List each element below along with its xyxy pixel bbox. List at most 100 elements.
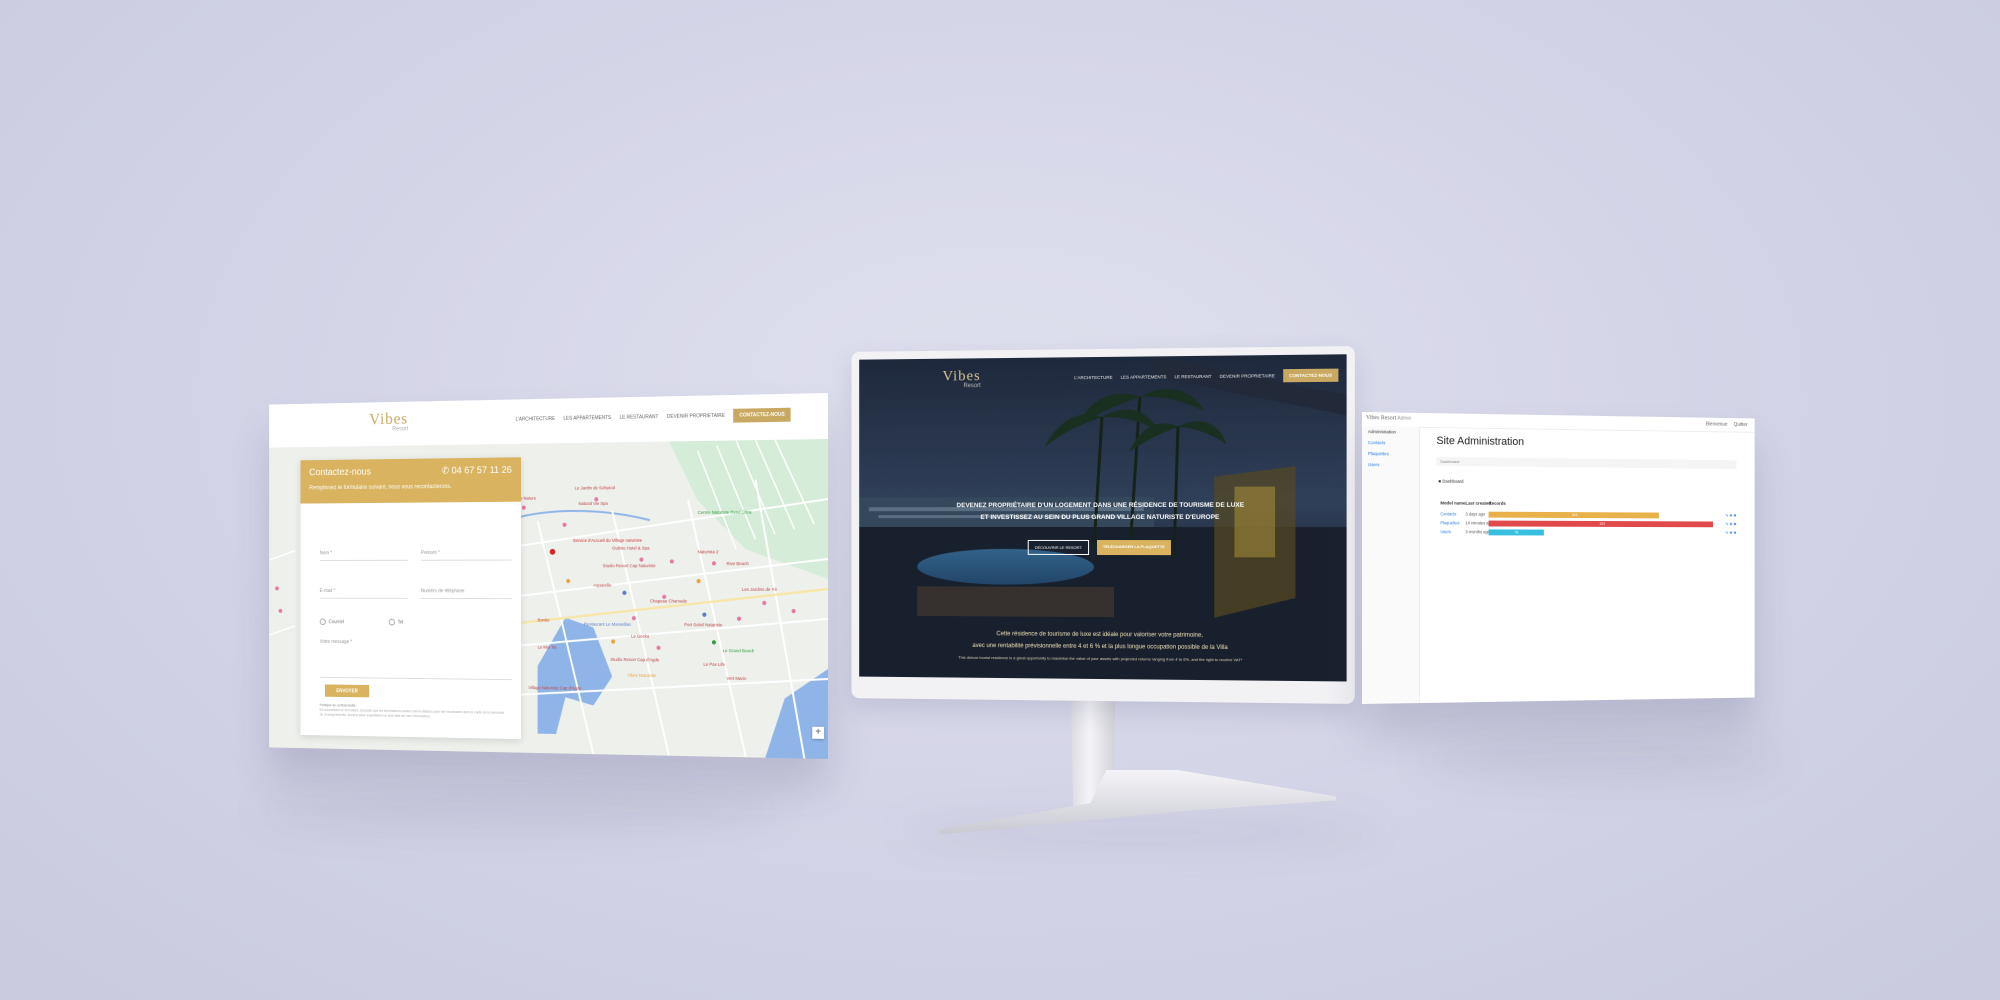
- nav-link-restaurant[interactable]: LE RESTAURANT: [620, 414, 659, 421]
- map-pin-icon[interactable]: ●: [711, 558, 717, 569]
- phone-field[interactable]: Numéro de téléphone: [420, 588, 512, 600]
- privacy-notice: Politique de confidentialité En soumetta…: [319, 703, 505, 719]
- column-records: Records: [1488, 500, 1506, 506]
- radio-email[interactable]: Courriel: [319, 618, 344, 626]
- row-action-icons[interactable]: ✎ ✚ ✖: [1725, 522, 1736, 527]
- map-poi-label: Le Gecko: [631, 633, 650, 639]
- first-name-field[interactable]: Prénom *: [420, 549, 512, 561]
- map-poi-label: Service d'Accueil du Village naturiste: [572, 537, 642, 543]
- table-row: Plaquettes 14 minutes ago 323 ✎ ✚ ✖: [1440, 520, 1737, 528]
- map-pin-icon[interactable]: ●: [278, 606, 283, 616]
- map-poi-label: Le Mai Tai: [537, 644, 557, 650]
- map-poi-label: Studio Resort Cap d'Agde: [610, 656, 660, 663]
- vibes-logo[interactable]: Vibes Resort: [369, 409, 408, 433]
- nav-link-restaurant[interactable]: LE RESTAURANT: [1174, 374, 1211, 379]
- sidebar-item-users[interactable]: Users: [1362, 459, 1419, 471]
- monitor: Vibes Resort L'ARCHITECTURE LES APPARTEME…: [851, 346, 1355, 704]
- breadcrumb[interactable]: Dashboard: [1436, 456, 1737, 469]
- last-name-field[interactable]: Nom *: [319, 550, 409, 561]
- nav-link-architecture[interactable]: L'ARCHITECTURE: [1074, 375, 1112, 380]
- nav-link-apartments[interactable]: LES APPARTEMENTS: [563, 415, 611, 422]
- row-action-icons[interactable]: ✎ ✚ ✖: [1725, 530, 1736, 535]
- map-poi-label: Outline Hotel & Spa: [612, 545, 650, 551]
- map-pin-icon[interactable]: ●: [711, 637, 717, 648]
- map-poi-label: Restaurant Le Marseillan: [584, 621, 632, 627]
- map-poi-label: Le Grand Beach: [722, 648, 755, 654]
- table-row: Contacts 3 days ago 243 ✎ ✚ ✖: [1440, 511, 1737, 519]
- map-poi-label: Port Soleil Naturiste: [684, 622, 723, 628]
- sidebar-item-contacts[interactable]: Contacts: [1362, 437, 1419, 449]
- map-pin-icon[interactable]: ●: [761, 598, 767, 609]
- map-poi-label: Rive Beach: [726, 561, 749, 567]
- map-pin-icon[interactable]: ●: [610, 636, 616, 647]
- contact-subtitle: Remplissez le formulaire suivant, nous v…: [309, 484, 452, 492]
- map-poi-label: Aquarelle: [593, 582, 612, 588]
- location-marker-icon[interactable]: ●: [549, 543, 557, 559]
- hero-description: Cette résidence de tourisme de luxe est …: [958, 631, 1243, 663]
- map-poi-label: Vibes Naturiste: [627, 672, 657, 678]
- radio-phone[interactable]: Tel: [388, 618, 403, 626]
- contact-form-card: Contactez-nous ✆ 04 67 57 11 26 Rempliss…: [300, 457, 522, 740]
- model-link[interactable]: Plaquettes: [1440, 520, 1459, 525]
- nav-link-become-owner[interactable]: DEVENIR PROPRIETAIRE: [667, 413, 725, 420]
- nav-link-apartments[interactable]: LES APPARTEMENTS: [1121, 374, 1167, 379]
- contact-page-window: Vibes Resort L'ARCHITECTURE LES APPARTEME…: [269, 393, 829, 759]
- dashboard-icon: ■: [1438, 478, 1442, 484]
- map-pin-icon[interactable]: ●: [696, 576, 702, 587]
- contact-header: Contactez-nous ✆ 04 67 57 11 26 Rempliss…: [300, 457, 522, 504]
- admin-brand[interactable]: Vibes Resort Admin: [1366, 415, 1411, 422]
- send-button[interactable]: ENVOYER: [324, 684, 370, 698]
- map-poi-label: Centre Naturiste René Oltra: [697, 509, 752, 515]
- admin-window: Vibes Resort Admin Bienvenue Quitter Adm…: [1362, 412, 1755, 704]
- nav-contact-button[interactable]: CONTACTEZ-NOUS: [1283, 368, 1339, 383]
- map-poi-label: Studio Resort Cap Naturiste: [602, 563, 656, 569]
- nav-link-architecture[interactable]: L'ARCHITECTURE: [515, 416, 555, 423]
- nav-contact-button[interactable]: CONTACTEZ-NOUS: [733, 407, 791, 423]
- map-pin-icon[interactable]: ●: [622, 588, 628, 599]
- records-bar: 78: [1488, 529, 1544, 536]
- map-pin-icon[interactable]: ●: [521, 503, 527, 514]
- map-pin-icon[interactable]: ●: [562, 520, 568, 531]
- map-poi-label: Le Jardin de Sohpicol: [574, 485, 616, 491]
- vibes-logo[interactable]: Vibes Resort: [942, 368, 980, 389]
- discover-resort-button[interactable]: DÉCOUVRIR LE RESORT: [1027, 539, 1089, 555]
- last-created: 3 months ago: [1465, 529, 1490, 535]
- map-pin-icon[interactable]: ●: [791, 606, 797, 617]
- last-created: 3 days ago: [1465, 511, 1486, 517]
- download-brochure-button[interactable]: TÉLÉCHARGER LA PLAQUETTE: [1096, 539, 1171, 556]
- map-pin-icon[interactable]: ●: [736, 614, 742, 625]
- sidebar-heading: Administration: [1367, 429, 1396, 435]
- map-poi-label: Le Pax Life: [703, 661, 726, 667]
- map-pin-icon[interactable]: ●: [656, 643, 662, 654]
- model-link[interactable]: Contacts: [1440, 511, 1456, 516]
- message-field[interactable]: Votre message *: [319, 639, 512, 681]
- logout-link[interactable]: Quitter: [1734, 422, 1748, 428]
- map-poi-label: Bonito: [537, 617, 550, 623]
- map-poi-label: Village Naturiste Cap d'Agde: [528, 685, 582, 691]
- row-action-icons[interactable]: ✎ ✚ ✖: [1725, 513, 1736, 518]
- model-link[interactable]: Users: [1440, 529, 1451, 534]
- records-bar: 323: [1488, 520, 1713, 528]
- map-poi-label: Vert Marin: [726, 675, 747, 682]
- hero-navbar: Vibes Resort L'ARCHITECTURE LES APPARTEME…: [859, 354, 1346, 409]
- map-pin-icon[interactable]: ●: [274, 583, 279, 593]
- admin-sidebar: Administration Contacts Plaquettes Users: [1362, 426, 1420, 704]
- map-zoom-in-button[interactable]: +: [812, 726, 825, 739]
- map-poi-label: Les Jardins de Yé: [741, 586, 777, 592]
- map-pin-icon[interactable]: ●: [565, 576, 571, 587]
- map-poi-label: Natural Vie Spa: [578, 500, 608, 507]
- phone-number[interactable]: ✆ 04 67 57 11 26: [442, 465, 512, 476]
- table-row: Users 3 months ago 78 ✎ ✚ ✖: [1440, 529, 1737, 537]
- map-poi-label: Naturista 2: [697, 549, 719, 555]
- phone-icon: ✆: [441, 465, 450, 477]
- sidebar-item-brochures[interactable]: Plaquettes: [1362, 448, 1419, 460]
- map-pin-icon[interactable]: ●: [701, 610, 707, 621]
- map-pin-icon[interactable]: ●: [669, 556, 675, 567]
- column-last-created: Last created: [1465, 500, 1491, 506]
- hero-headline: DEVENEZ PROPRIÉTAIRE D'UN LOGEMENT DANS …: [956, 501, 1245, 522]
- email-field[interactable]: E-mail *: [319, 588, 409, 599]
- welcome-link[interactable]: Bienvenue: [1706, 422, 1728, 428]
- map-pin-icon[interactable]: ●: [631, 613, 637, 624]
- nav-link-become-owner[interactable]: DEVENIR PROPRIETAIRE: [1220, 373, 1275, 379]
- dashboard-heading: ■ Dashboard: [1438, 478, 1464, 484]
